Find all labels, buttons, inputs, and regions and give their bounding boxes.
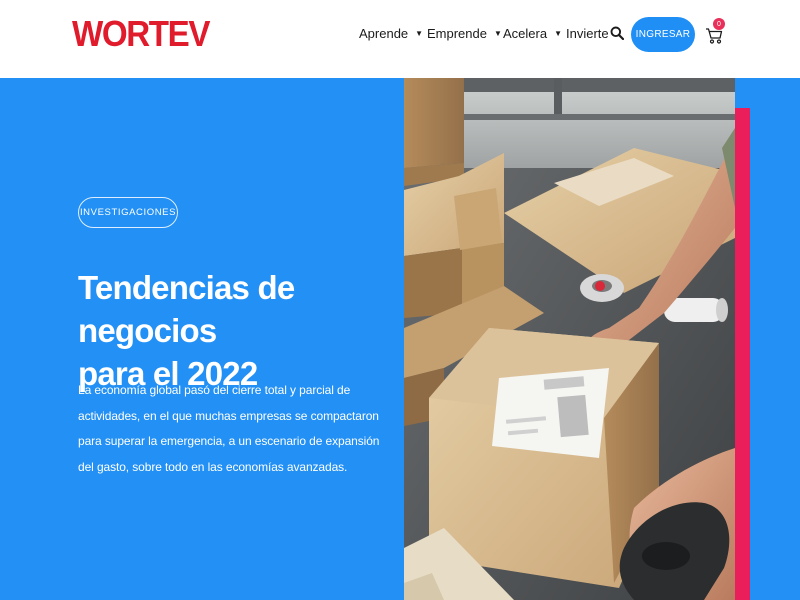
login-button[interactable]: INGRESAR	[631, 17, 695, 52]
hero-title: Tendencias de negocios para el 2022	[78, 266, 398, 395]
category-badge[interactable]: INVESTIGACIONES	[78, 197, 178, 228]
nav-item-emprende[interactable]: Emprende ▼	[427, 26, 502, 41]
logo[interactable]: WORTEV	[72, 14, 210, 54]
nav-item-acelera[interactable]: Acelera ▼	[503, 26, 562, 41]
nav-item-aprende[interactable]: Aprende ▼	[359, 26, 423, 41]
hero-photo-illustration	[404, 78, 735, 600]
caret-down-icon: ▼	[493, 29, 502, 38]
cart-count-badge: 0	[713, 18, 725, 30]
hero-photo	[404, 78, 735, 600]
site-header: WORTEV Aprende ▼ Emprende ▼ Acelera ▼ In…	[0, 0, 800, 78]
hero-description: La economía global pasó del cierre total…	[78, 383, 380, 474]
search-icon[interactable]	[610, 26, 624, 40]
nav-item-label: Aprende	[359, 26, 409, 41]
nav-item-label: Invierte	[566, 26, 609, 41]
caret-down-icon: ▼	[415, 29, 424, 38]
caret-down-icon: ▼	[554, 29, 562, 38]
nav-item-label: Emprende	[427, 26, 487, 41]
hero-title-line-1: Tendencias de negocios	[78, 269, 295, 349]
nav-item-label: Acelera	[503, 26, 548, 41]
nav-item-invierte[interactable]: Invierte	[566, 26, 609, 41]
